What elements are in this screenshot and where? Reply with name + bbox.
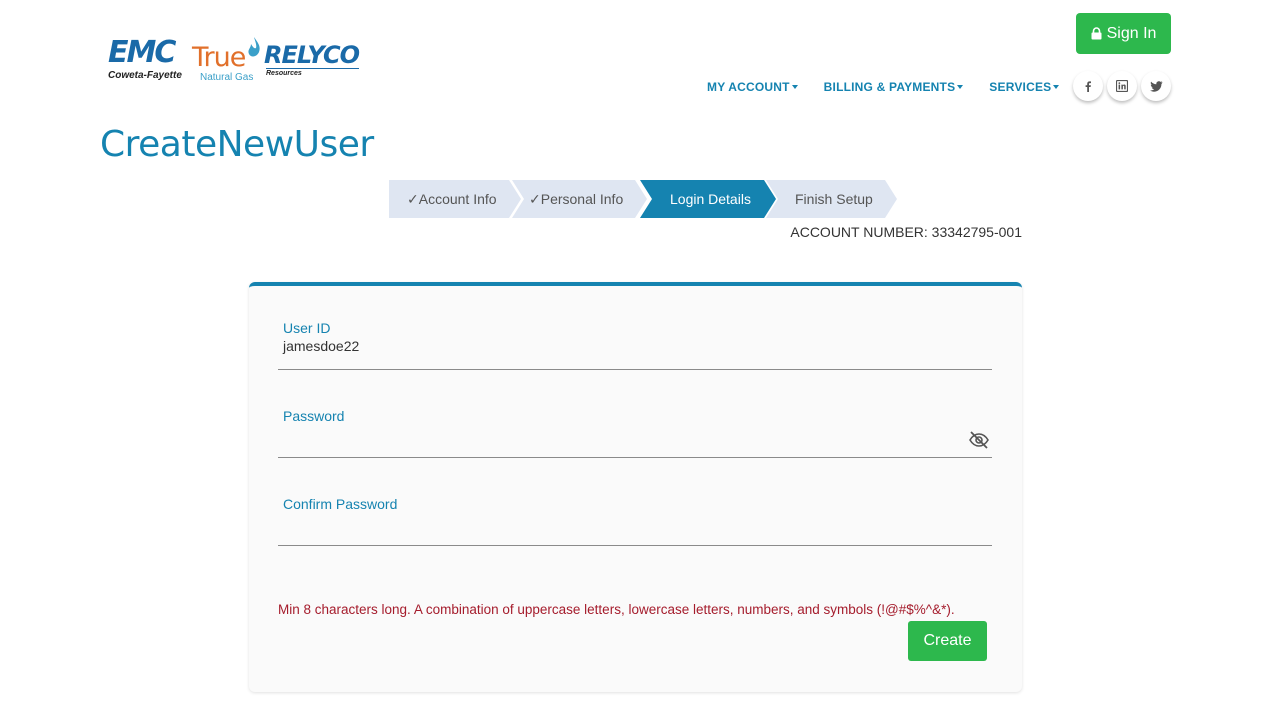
caret-down-icon	[791, 85, 798, 89]
confirm-password-label: Confirm Password	[283, 496, 398, 512]
step-login-details[interactable]: Login Details	[640, 180, 776, 218]
nav-billing-payments-label: BILLING & PAYMENTS	[823, 80, 956, 94]
main-nav: MY ACCOUNT BILLING & PAYMENTS SERVICES	[707, 80, 1085, 94]
step-login-details-label: Login Details	[670, 191, 751, 207]
nav-services[interactable]: SERVICES	[989, 80, 1060, 94]
step-finish-setup-label: Finish Setup	[795, 191, 873, 207]
password-requirements-hint: Min 8 characters long. A combination of …	[278, 602, 955, 617]
caret-down-icon	[957, 85, 964, 89]
sign-in-button[interactable]: Sign In	[1076, 13, 1171, 54]
page-title: CreateNewUser	[100, 124, 374, 165]
nav-services-label: SERVICES	[989, 80, 1052, 94]
user-id-field[interactable]: User ID jamesdoe22	[278, 320, 992, 370]
relyco-logo-text: RELYCO	[264, 41, 360, 69]
brand-logos[interactable]: EMC Coweta-Fayette True Natural Gas RELY…	[108, 36, 368, 88]
nav-my-account[interactable]: MY ACCOUNT	[707, 80, 798, 94]
progress-stepper: ✓Account Info ✓Personal Info Login Detai…	[389, 180, 909, 218]
twitter-icon[interactable]	[1141, 71, 1171, 101]
linkedin-icon[interactable]	[1107, 71, 1137, 101]
step-finish-setup[interactable]: Finish Setup	[766, 180, 897, 218]
user-id-label: User ID	[283, 320, 331, 336]
create-button[interactable]: Create	[908, 621, 987, 661]
emc-logo-text: EMC	[108, 35, 176, 70]
hide-password-icon[interactable]	[968, 430, 990, 450]
relyco-logo-subtitle: Resources	[266, 68, 359, 77]
user-id-input[interactable]: jamesdoe22	[283, 338, 359, 354]
password-label: Password	[283, 408, 345, 424]
step-personal-info-label: ✓Personal Info	[529, 190, 624, 207]
create-user-form: User ID jamesdoe22 Password Confirm Pass…	[249, 282, 1022, 692]
relyco-logo: RELYCO Resources	[264, 41, 360, 77]
social-links	[1073, 71, 1171, 101]
step-account-info-label: ✓Account Info	[407, 190, 497, 207]
caret-down-icon	[1053, 85, 1060, 89]
password-field[interactable]: Password	[278, 408, 992, 458]
confirm-password-field[interactable]: Confirm Password	[278, 496, 992, 546]
emc-logo: EMC Coweta-Fayette	[108, 35, 182, 82]
flame-icon	[248, 37, 260, 57]
facebook-icon[interactable]	[1073, 71, 1103, 101]
step-account-info[interactable]: ✓Account Info	[389, 180, 521, 218]
nav-billing-payments[interactable]: BILLING & PAYMENTS	[824, 80, 964, 94]
nav-my-account-label: MY ACCOUNT	[707, 80, 790, 94]
account-number: ACCOUNT NUMBER: 33342795-001	[790, 224, 1022, 240]
step-personal-info[interactable]: ✓Personal Info	[512, 180, 647, 218]
true-logo-subtitle: Natural Gas	[200, 72, 254, 83]
emc-logo-subtitle: Coweta-Fayette	[108, 70, 182, 81]
sign-in-label: Sign In	[1106, 24, 1157, 42]
lock-icon	[1091, 27, 1102, 40]
